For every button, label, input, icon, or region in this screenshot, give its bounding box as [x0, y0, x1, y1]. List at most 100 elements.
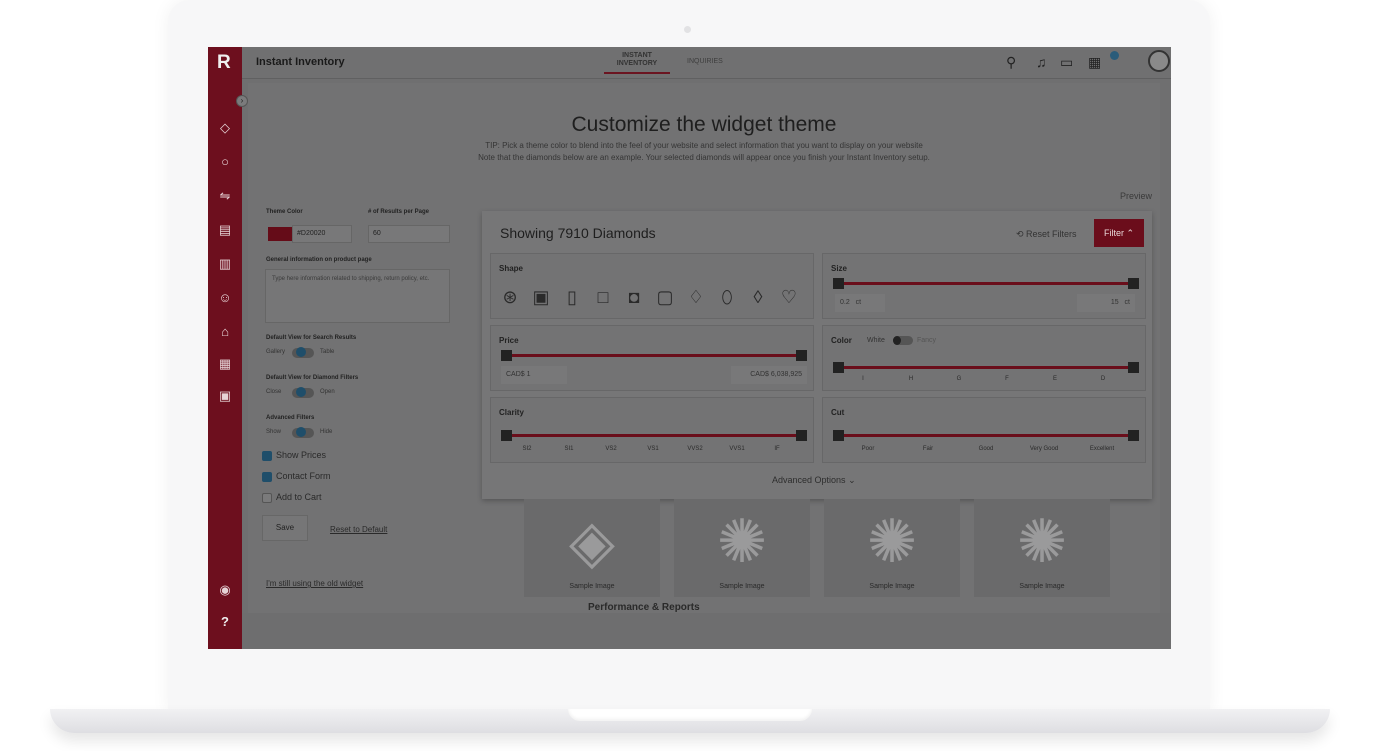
theme-color-input[interactable]: #D20020 — [292, 225, 352, 243]
results-count: Showing 7910 Diamonds — [500, 225, 656, 241]
color-tick: H — [908, 376, 914, 382]
page-heading: Customize the widget theme — [571, 113, 837, 136]
search-icon[interactable]: ⚲ — [1006, 54, 1016, 71]
advanced-options-toggle[interactable]: Advanced Options ⌄ — [772, 475, 856, 486]
diamond-icon[interactable]: ◇ — [216, 119, 234, 137]
users-icon[interactable]: ☺ — [216, 289, 234, 307]
round-shape-icon[interactable]: ⊛ — [499, 286, 521, 308]
save-button[interactable]: Save — [262, 515, 308, 541]
toggle-knob — [296, 427, 306, 437]
add-to-cart-checkbox[interactable] — [262, 493, 272, 503]
clarity-max-handle[interactable] — [796, 430, 807, 441]
emerald-shape-icon[interactable]: ▯ — [561, 286, 583, 308]
tab-instant-inventory[interactable]: INSTANT INVENTORY — [604, 52, 670, 74]
screen: R ◇ ○ ⇋ ▤ ▥ ☺ ⌂ ▦ ▣ ◉ ? › Instant Invent… — [208, 47, 1171, 649]
radiant-shape-icon[interactable]: ▢ — [654, 286, 676, 308]
sample-image-label: Sample Image — [869, 583, 915, 590]
flag-icon[interactable]: ◉ — [216, 581, 234, 599]
bank-icon[interactable]: ⌂ — [216, 323, 234, 341]
bar-chart-icon[interactable]: ▥ — [216, 255, 234, 273]
filters-view-toggle[interactable] — [292, 387, 314, 398]
show-prices-checkbox[interactable] — [262, 451, 272, 461]
clarity-tick: SI2 — [522, 446, 532, 452]
clarity-min-handle[interactable] — [501, 430, 512, 441]
cut-min-handle[interactable] — [833, 430, 844, 441]
filters-view-label: Default View for Diamond Filters — [266, 375, 359, 381]
color-tick: F — [1005, 376, 1009, 382]
app-logo[interactable]: R — [217, 52, 231, 74]
clarity-tick: SI1 — [564, 446, 574, 452]
color-tick: I — [862, 376, 864, 382]
calendar-icon[interactable]: ▦ — [216, 355, 234, 373]
price-max-input[interactable]: CAD$ 6,038,925 — [731, 366, 807, 384]
price-min-input[interactable]: CAD$ 1 — [501, 366, 567, 384]
old-widget-link[interactable]: I'm still using the old widget — [266, 579, 363, 588]
color-slider-track[interactable] — [837, 366, 1133, 369]
cushion-shape-icon[interactable]: ◘ — [623, 286, 645, 308]
advanced-filters-toggle[interactable] — [292, 427, 314, 438]
marquise-shape-icon[interactable]: ◊ — [747, 286, 769, 308]
price-min-handle[interactable] — [501, 350, 512, 361]
size-min-value: 0.2 — [840, 299, 850, 306]
calculator-icon[interactable]: ▦ — [1088, 54, 1101, 71]
ring-icon[interactable]: ○ — [216, 153, 234, 171]
princess-shape-icon[interactable]: ▣ — [530, 286, 552, 308]
results-per-page-select[interactable]: 60 — [368, 225, 450, 243]
price-slider-track[interactable] — [505, 354, 801, 357]
general-info-field[interactable]: Type here information related to shippin… — [265, 269, 450, 323]
clarity-tick: VS1 — [647, 446, 659, 452]
help-icon[interactable]: ? — [216, 613, 234, 631]
cut-tick: Good — [978, 446, 994, 452]
pear-shape-icon[interactable]: ♢ — [685, 286, 707, 308]
cut-slider-track[interactable] — [837, 434, 1133, 437]
clarity-tick: VS2 — [605, 446, 617, 452]
tab-inquiries[interactable]: INQUIRIES — [687, 58, 723, 66]
default-view-toggle[interactable] — [292, 347, 314, 358]
size-max-value: 15 — [1110, 299, 1119, 306]
size-slider-track[interactable] — [837, 282, 1133, 285]
handshake-icon[interactable]: ⇋ — [216, 187, 234, 205]
filter-button[interactable]: Filter ⌃ — [1094, 219, 1144, 247]
diamond-card[interactable]: ✺ Sample Image — [674, 499, 810, 597]
toggle-knob — [296, 387, 306, 397]
color-type-toggle[interactable] — [893, 336, 913, 345]
size-min-unit: ct — [855, 299, 862, 306]
color-fancy-option[interactable]: Fancy — [917, 337, 936, 344]
shape-filter: Shape ⊛ ▣ ▯ □ ◘ ▢ ♢ ⬯ ◊ ♡ — [490, 253, 814, 319]
show-option: Show — [266, 429, 282, 435]
bell-icon[interactable]: ♫ — [1036, 54, 1047, 70]
size-min-input[interactable]: 0.2 ct — [835, 294, 885, 312]
avatar[interactable] — [1148, 50, 1170, 72]
gallery-option: Gallery — [266, 349, 286, 355]
diamond-card[interactable]: ✺ Sample Image — [974, 499, 1110, 597]
reset-to-default-link[interactable]: Reset to Default — [330, 525, 387, 534]
collapse-sidebar-icon[interactable]: › — [236, 95, 248, 107]
theme-color-swatch[interactable] — [268, 227, 292, 241]
clarity-slider-track[interactable] — [505, 434, 801, 437]
size-max-input[interactable]: 15 ct — [1077, 294, 1135, 312]
reset-filters-button[interactable]: ⟲ Reset Filters — [1016, 229, 1077, 240]
price-max-handle[interactable] — [796, 350, 807, 361]
chat-icon[interactable]: ▭ — [1060, 54, 1073, 71]
contact-form-checkbox[interactable] — [262, 472, 272, 482]
color-max-handle[interactable] — [1128, 362, 1139, 373]
grid-icon[interactable]: ▣ — [216, 387, 234, 405]
heart-shape-icon[interactable]: ♡ — [778, 286, 800, 308]
cut-max-handle[interactable] — [1128, 430, 1139, 441]
size-min-handle[interactable] — [833, 278, 844, 289]
asscher-shape-icon[interactable]: □ — [592, 286, 614, 308]
oval-shape-icon[interactable]: ⬯ — [716, 286, 738, 308]
size-label: Size — [831, 264, 848, 273]
color-white-option[interactable]: White — [867, 337, 885, 344]
size-max-handle[interactable] — [1128, 278, 1139, 289]
diamond-card[interactable]: ✺ Sample Image — [824, 499, 960, 597]
diamond-card[interactable]: ◈ Sample Image — [524, 499, 660, 597]
clarity-filter: Clarity SI2 SI1 VS2 VS1 VVS2 VVS1 IF — [490, 397, 814, 463]
sidebar: R ◇ ○ ⇋ ▤ ▥ ☺ ⌂ ▦ ▣ ◉ ? — [208, 47, 242, 649]
clipboard-icon[interactable]: ▤ — [216, 221, 234, 239]
color-min-handle[interactable] — [833, 362, 844, 373]
price-label: Price — [499, 336, 519, 345]
sample-image-label: Sample Image — [719, 583, 765, 590]
color-label: Color — [831, 336, 852, 345]
size-filter: Size 0.2 ct 15 ct — [822, 253, 1146, 319]
